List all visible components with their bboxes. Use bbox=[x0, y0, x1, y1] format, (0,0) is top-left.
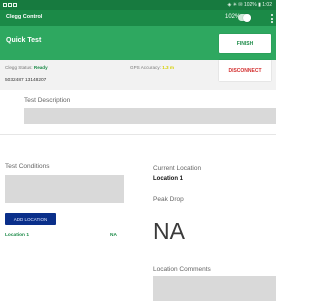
current-location-value: Location 1 bbox=[153, 176, 184, 182]
location-list-item-name[interactable]: Location 1 bbox=[5, 233, 29, 238]
location-list-item-value: NA bbox=[110, 233, 117, 238]
current-location-label: Current Location bbox=[153, 165, 202, 172]
gps-accuracy-label: GPS Accuracy: bbox=[130, 65, 161, 70]
test-description-field[interactable] bbox=[24, 108, 276, 124]
section-divider bbox=[0, 134, 276, 135]
page-title: Quick Test bbox=[6, 37, 42, 44]
location-comments-label: Location Comments bbox=[153, 266, 211, 273]
system-status-text: ◈ ✳ ✉ 102% ▮ 1:02 bbox=[227, 2, 272, 8]
clegg-status-value: Ready bbox=[33, 65, 48, 70]
location-comments-field[interactable] bbox=[153, 276, 276, 301]
peak-drop-label: Peak Drop bbox=[153, 196, 184, 203]
peak-drop-value: NA bbox=[153, 218, 185, 244]
notification-icons bbox=[3, 0, 17, 10]
clegg-status-label: Clegg Status: bbox=[5, 65, 33, 70]
notification-icon bbox=[3, 3, 7, 7]
test-title-bar: Quick Test FINISH bbox=[0, 26, 276, 60]
connection-toggle[interactable] bbox=[238, 13, 251, 22]
app-title: Clegg Control bbox=[6, 14, 43, 20]
test-conditions-field[interactable] bbox=[5, 175, 124, 203]
device-serial: 5032487 13148207 bbox=[5, 78, 47, 83]
gps-accuracy: GPS Accuracy: 1.3 m bbox=[130, 65, 174, 70]
notification-icon bbox=[8, 3, 12, 7]
finish-button[interactable]: FINISH bbox=[219, 34, 271, 53]
overflow-menu-icon[interactable] bbox=[270, 14, 273, 23]
disconnect-button[interactable]: DISCONNECT bbox=[219, 60, 271, 81]
clegg-control-screen: ◈ ✳ ✉ 102% ▮ 1:02 Clegg Control 102% Qui… bbox=[0, 0, 276, 301]
system-status-bar: ◈ ✳ ✉ 102% ▮ 1:02 bbox=[0, 0, 276, 10]
test-description-label: Test Description bbox=[24, 97, 71, 104]
notification-icon bbox=[13, 3, 17, 7]
gps-accuracy-value: 1.3 m bbox=[162, 65, 174, 70]
add-location-button[interactable]: ADD LOCATION bbox=[5, 213, 56, 225]
clegg-status: Clegg Status: Ready bbox=[5, 65, 48, 70]
app-bar: Clegg Control 102% bbox=[0, 10, 276, 26]
toggle-knob bbox=[243, 13, 251, 22]
test-conditions-label: Test Conditions bbox=[5, 163, 50, 170]
